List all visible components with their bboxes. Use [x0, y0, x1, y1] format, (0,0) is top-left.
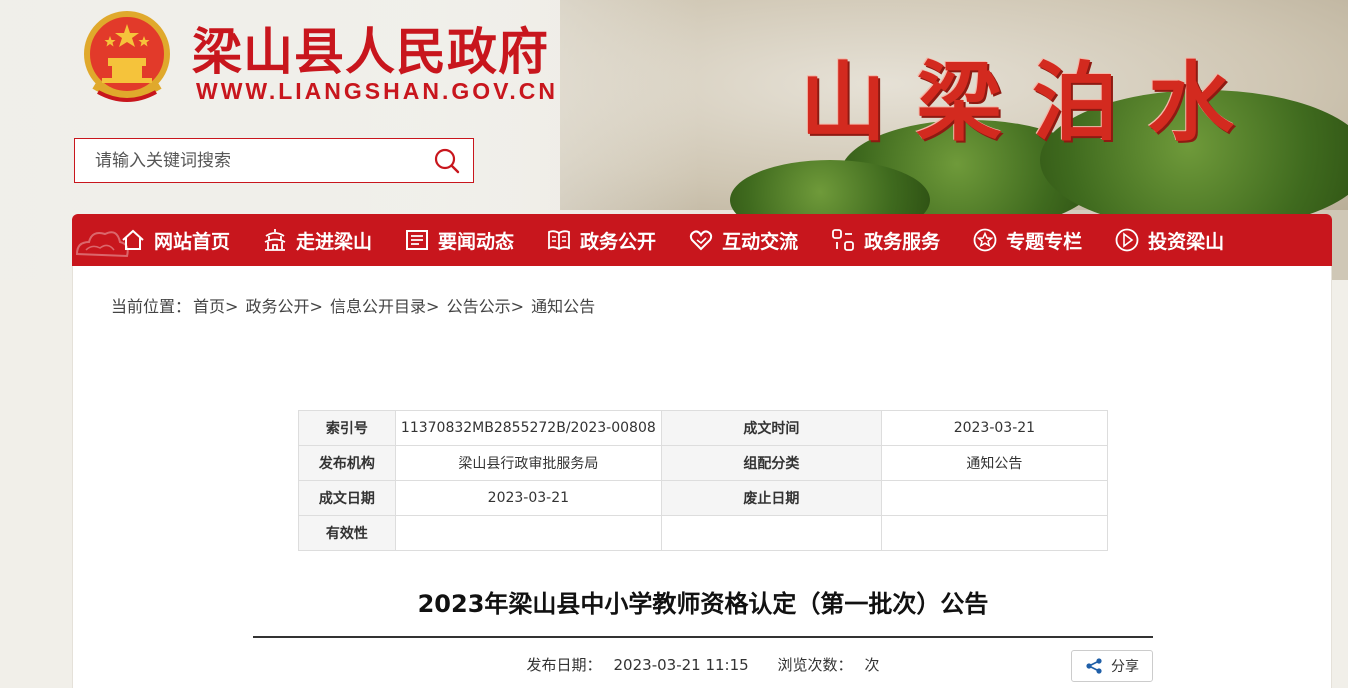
nav-item-gov-open[interactable]: 政务公开: [546, 214, 656, 266]
views-unit: 次: [864, 656, 880, 674]
meta-value: 2023-03-21: [394, 480, 662, 516]
table-row: 发布机构 梁山县行政审批服务局 组配分类 通知公告: [298, 445, 1109, 481]
meta-value: [394, 515, 662, 551]
nav-item-label: 专题专栏: [1006, 230, 1083, 253]
meta-key: 废止日期: [660, 480, 882, 516]
nav-item-label: 互动交流: [722, 230, 799, 253]
share-button[interactable]: 分享: [1071, 650, 1153, 682]
heart-icon: [689, 230, 713, 251]
meta-key: 成文时间: [660, 410, 882, 446]
nav-item-label: 投资梁山: [1148, 230, 1225, 253]
breadcrumb-link-catalog[interactable]: 信息公开目录>: [330, 297, 439, 316]
nav-item-topics[interactable]: 专题专栏: [972, 214, 1082, 266]
nav-item-label: 要闻动态: [438, 230, 515, 253]
national-emblem-icon[interactable]: [80, 8, 174, 106]
newspaper-icon: [406, 230, 429, 250]
nav-item-invest[interactable]: 投资梁山: [1114, 214, 1224, 266]
nav-item-news[interactable]: 要闻动态: [404, 214, 514, 266]
breadcrumb-prefix: 当前位置：: [111, 297, 192, 316]
meta-key: 组配分类: [660, 445, 882, 481]
share-label: 分享: [1111, 659, 1139, 675]
meta-value: [880, 480, 1109, 516]
breadcrumb: 当前位置： 首页> 政务公开> 信息公开目录> 公告公示> 通知公告: [111, 293, 597, 317]
breadcrumb-link-home[interactable]: 首页>: [193, 297, 238, 316]
breadcrumb-link-gov-open[interactable]: 政务公开>: [246, 297, 323, 316]
share-icon: [1086, 658, 1102, 674]
breadcrumb-link-notices[interactable]: 公告公示>: [447, 297, 524, 316]
table-row: 有效性: [298, 515, 1109, 551]
publish-date-value: 2023-03-21 11:15: [613, 656, 749, 674]
meta-key: 索引号: [298, 410, 396, 446]
table-row: 索引号 11370832MB2855272B/2023-00808 成文时间 2…: [298, 410, 1109, 446]
nav-item-label: 政务服务: [864, 230, 941, 253]
table-row: 成文日期 2023-03-21 废止日期: [298, 480, 1109, 516]
site-title[interactable]: 梁山县人民政府: [192, 12, 549, 84]
search-icon[interactable]: [433, 147, 461, 175]
meta-empty-cell: [880, 515, 1109, 551]
meta-value: 通知公告: [880, 445, 1109, 481]
search-bar: [74, 138, 474, 183]
article-title: 2023年梁山县中小学教师资格认定（第一批次）公告: [417, 590, 989, 618]
site-url: WWW.LIANGSHAN.GOV.CN: [196, 78, 558, 104]
meta-value: 2023-03-21: [880, 410, 1109, 446]
nav-item-label: 网站首页: [154, 230, 231, 253]
cloud-pattern-icon: [75, 231, 129, 258]
meta-empty-cell: [660, 515, 882, 551]
views-label: 浏览次数：: [777, 656, 853, 674]
meta-key: 有效性: [298, 515, 396, 551]
meta-value: 11370832MB2855272B/2023-00808: [394, 410, 662, 446]
banner-carved-text: 山 梁 泊 水: [800, 52, 1234, 153]
nav-item-about[interactable]: 走进梁山: [262, 214, 372, 266]
search-input[interactable]: [75, 139, 415, 182]
meta-key: 发布机构: [298, 445, 396, 481]
document-meta-table: 索引号 11370832MB2855272B/2023-00808 成文时间 2…: [298, 410, 1109, 551]
meta-key: 成文日期: [298, 480, 396, 516]
nav-item-interaction[interactable]: 互动交流: [688, 214, 798, 266]
star-icon: [973, 228, 997, 252]
publish-date-label: 发布日期：: [526, 656, 602, 674]
title-divider: [253, 636, 1153, 638]
pagoda-icon: [264, 229, 286, 251]
publish-info: 发布日期： 2023-03-21 11:15 浏览次数： 次: [253, 654, 1153, 675]
meta-value: 梁山县行政审批服务局: [394, 445, 662, 481]
breadcrumb-link-announcements[interactable]: 通知公告: [531, 297, 595, 316]
main-content: 当前位置： 首页> 政务公开> 信息公开目录> 公告公示> 通知公告 索引号 11…: [72, 266, 1332, 688]
nav-item-label: 走进梁山: [296, 230, 373, 253]
nav-item-label: 政务公开: [580, 230, 657, 253]
book-icon: [548, 230, 570, 251]
compass-icon: [1115, 228, 1139, 252]
nav-item-home[interactable]: 网站首页: [120, 214, 230, 266]
service-icon: [832, 229, 854, 251]
nav-item-services[interactable]: 政务服务: [830, 214, 940, 266]
main-nav: 网站首页 走进梁山 要闻动态 政务公开 互动交流 政务服务 专题专栏 投资梁山: [72, 214, 1332, 266]
